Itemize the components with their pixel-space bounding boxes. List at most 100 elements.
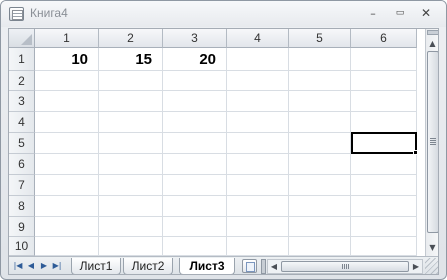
cell[interactable] [227,133,289,154]
cell[interactable] [289,196,351,217]
row-header[interactable]: 10 [9,237,35,256]
row-header[interactable]: 7 [9,175,35,196]
column-header[interactable]: 1 [35,29,99,48]
horizontal-scrollbar[interactable]: ◀ ▶ [267,259,423,274]
minimize-button[interactable]: – [361,5,385,22]
sheet-tab-3[interactable]: Лист3 [179,258,235,274]
maximize-button[interactable]: ▭ [388,5,412,22]
last-sheet-icon[interactable]: ▶| [51,259,63,273]
previous-sheet-icon[interactable]: ◀ [25,259,37,273]
vertical-scroll-thumb[interactable] [427,51,438,233]
cell[interactable] [35,196,99,217]
cell[interactable] [351,48,417,71]
cell[interactable] [163,196,227,217]
select-all-corner[interactable] [9,29,35,48]
sheet-tab-1[interactable]: Лист1 [71,258,121,274]
fill-handle[interactable] [413,150,418,155]
cell[interactable]: 15 [99,48,163,71]
insert-sheet-icon[interactable] [242,259,257,273]
cell[interactable] [163,112,227,133]
cell[interactable] [35,91,99,112]
cell[interactable] [351,175,417,196]
cell[interactable] [351,154,417,175]
cell[interactable] [351,196,417,217]
column-header[interactable]: 5 [289,29,351,48]
cell[interactable] [227,71,289,91]
row-header[interactable]: 3 [9,91,35,112]
vertical-scrollbar[interactable]: ▲ ▼ [425,29,438,256]
cell[interactable] [227,196,289,217]
cell[interactable] [289,175,351,196]
cell[interactable] [163,237,227,256]
cell[interactable] [227,112,289,133]
cell[interactable] [227,217,289,237]
split-box[interactable] [427,30,438,35]
cell[interactable] [163,154,227,175]
cell[interactable] [289,154,351,175]
cell[interactable] [99,112,163,133]
resize-grip-icon[interactable] [425,258,438,274]
row-header[interactable]: 1 [9,48,35,71]
column-header[interactable]: 3 [163,29,227,48]
cell[interactable] [99,217,163,237]
cell[interactable] [351,217,417,237]
row-header[interactable]: 4 [9,112,35,133]
scroll-down-arrow-icon[interactable]: ▼ [426,241,438,254]
cell[interactable] [99,175,163,196]
cell[interactable] [163,71,227,91]
row-header[interactable]: 9 [9,217,35,237]
scroll-up-arrow-icon[interactable]: ▲ [426,37,438,50]
cell[interactable] [35,217,99,237]
cell[interactable] [35,112,99,133]
cell[interactable] [289,48,351,71]
cell[interactable] [351,91,417,112]
cell[interactable] [99,71,163,91]
row-header[interactable]: 5 [9,133,35,154]
scroll-left-arrow-icon[interactable]: ◀ [268,260,280,273]
cell[interactable] [35,154,99,175]
column-header[interactable]: 4 [227,29,289,48]
cell[interactable] [99,196,163,217]
cell[interactable] [351,112,417,133]
horizontal-scroll-thumb[interactable] [281,261,409,272]
cell[interactable] [289,71,351,91]
first-sheet-icon[interactable]: |◀ [12,259,24,273]
cell[interactable] [99,237,163,256]
cell[interactable] [163,133,227,154]
next-sheet-icon[interactable]: ▶ [38,259,50,273]
active-cell-border[interactable] [351,132,417,154]
cell[interactable] [163,91,227,112]
cell[interactable] [35,133,99,154]
cell[interactable] [99,91,163,112]
cell[interactable] [99,154,163,175]
cell[interactable] [163,175,227,196]
cell[interactable]: 10 [35,48,99,71]
row-header[interactable]: 2 [9,71,35,91]
cell[interactable] [289,133,351,154]
cell[interactable] [289,91,351,112]
cell[interactable] [227,48,289,71]
cell[interactable] [227,175,289,196]
row-header[interactable]: 6 [9,154,35,175]
cell[interactable] [227,237,289,256]
cell[interactable]: 20 [163,48,227,71]
row-header[interactable]: 8 [9,196,35,217]
cell[interactable] [163,217,227,237]
sheet-tab-2[interactable]: Лист2 [123,258,173,274]
cell[interactable] [35,175,99,196]
cell[interactable] [289,217,351,237]
column-header[interactable]: 2 [99,29,163,48]
cell[interactable] [227,91,289,112]
cell[interactable] [351,71,417,91]
cell[interactable] [35,71,99,91]
workbook-icon[interactable] [9,7,24,21]
scroll-right-arrow-icon[interactable]: ▶ [410,260,422,273]
cell[interactable] [227,154,289,175]
cell[interactable] [351,237,417,256]
cell[interactable] [289,237,351,256]
column-header[interactable]: 6 [351,29,417,48]
cell[interactable] [289,112,351,133]
title-bar[interactable]: Книга4 – ▭ ✕ [1,1,446,27]
cell[interactable] [99,133,163,154]
tab-split-bar[interactable] [261,259,266,274]
